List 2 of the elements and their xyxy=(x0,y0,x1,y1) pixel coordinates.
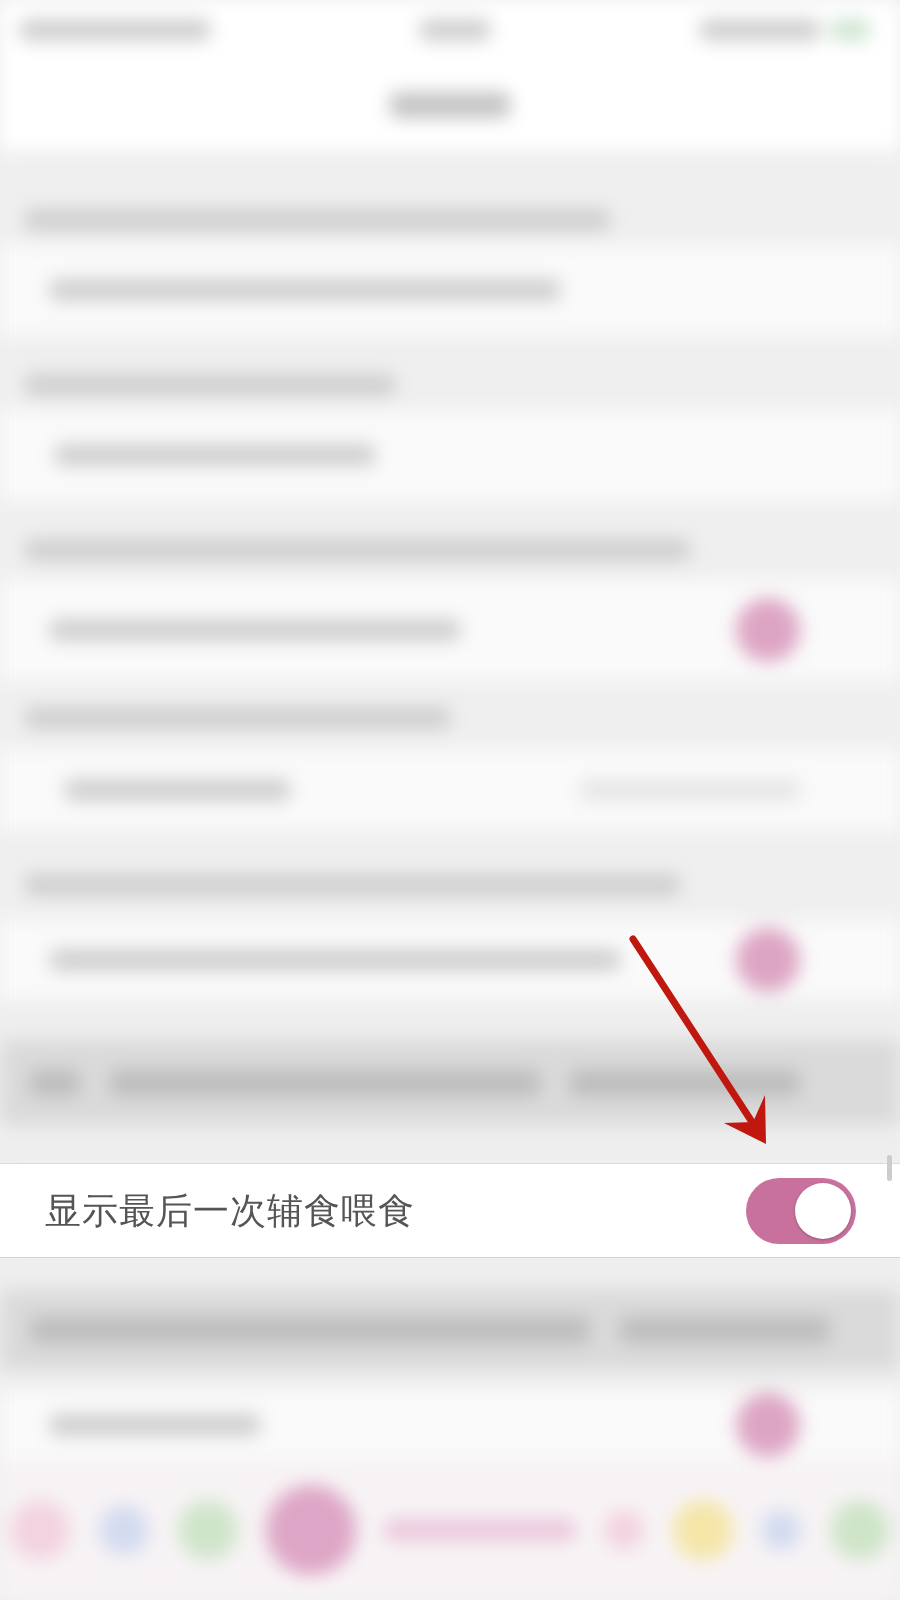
setting-label: 显示最后一次辅食喂食 xyxy=(45,1188,415,1233)
scroll-indicator xyxy=(887,1155,892,1181)
